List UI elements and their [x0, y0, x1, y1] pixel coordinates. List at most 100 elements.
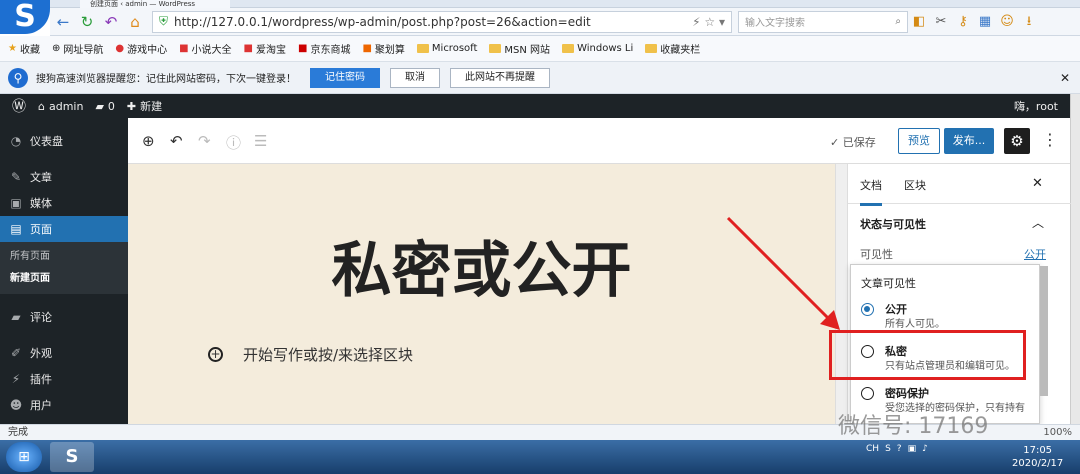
- comment-icon[interactable]: ▰: [95, 100, 103, 113]
- visibility-toggle-link[interactable]: 公开: [1024, 246, 1046, 262]
- status-text: 完成: [8, 427, 28, 438]
- page-scrollbar[interactable]: [1070, 94, 1080, 424]
- remember-password-button[interactable]: 记住密码: [310, 67, 380, 88]
- sidebar-item-appearance[interactable]: ✐ 外观: [0, 340, 128, 366]
- undo-icon[interactable]: ↶: [170, 132, 183, 150]
- network-icon[interactable]: ▣: [908, 444, 917, 454]
- never-remind-button[interactable]: 此网站不再提醒: [450, 67, 550, 88]
- popover-scrollbar[interactable]: [1040, 266, 1048, 396]
- bookmark-jd[interactable]: ■ 京东商城: [298, 41, 350, 56]
- user-greeting[interactable]: 嗨，root: [1014, 98, 1058, 114]
- volume-icon[interactable]: ♪: [922, 444, 928, 454]
- cancel-button[interactable]: 取消: [390, 67, 440, 88]
- sidebar-item-all-pages[interactable]: 所有页面: [0, 246, 128, 268]
- radio-password[interactable]: [861, 387, 874, 400]
- publish-button[interactable]: 发布...: [944, 128, 994, 154]
- browser-tab[interactable]: 创建页面 ‹ admin — WordPress: [80, 0, 230, 8]
- bookmark-taobao[interactable]: ■ 爱淘宝: [244, 41, 286, 56]
- settings-gear-icon[interactable]: ⚙: [1004, 128, 1030, 154]
- add-block-icon[interactable]: ⊕: [142, 132, 155, 150]
- search-placeholder: 输入文字搜索: [745, 18, 805, 29]
- search-icon[interactable]: ⌕: [895, 16, 901, 27]
- bookmark-windows-live[interactable]: Windows Li: [562, 43, 633, 54]
- back-icon[interactable]: ←: [52, 11, 74, 33]
- ime-icon[interactable]: S: [885, 444, 891, 454]
- download-icon[interactable]: ⭳: [1018, 11, 1040, 33]
- block-placeholder-text: 开始写作或按/来选择区块: [243, 346, 414, 364]
- site-name[interactable]: admin: [49, 100, 83, 113]
- preview-button[interactable]: 预览: [898, 128, 940, 154]
- wp-sidebar: ◔ 仪表盘 ✎ 文章 ▣ 媒体 ▤ 页面 所有页面 新建页面 ▰ 评论 ✐ 外观 ⚡ 插件 ☻…: [0, 118, 128, 424]
- bookmarks-bar: ★ 收藏 ⊕ 网址导航 ● 游戏中心 ■ 小说大全 ■ 爱淘宝 ■ 京东商城 ■ 聚划算 Mi…: [0, 36, 1080, 62]
- bookmark-favorites-bar[interactable]: 收藏夹栏: [645, 41, 700, 56]
- search-input[interactable]: 输入文字搜索 ⌕: [738, 10, 908, 33]
- tab-block[interactable]: 区块: [904, 177, 926, 193]
- status-visibility-heading[interactable]: 状态与可见性: [860, 216, 926, 232]
- user-icon: ☻: [9, 398, 23, 412]
- add-block-icon[interactable]: +: [208, 347, 223, 362]
- help-icon[interactable]: ?: [897, 444, 902, 454]
- plugin-icon: ⚡: [11, 372, 21, 386]
- zoom-level[interactable]: 100%: [1043, 425, 1072, 440]
- windows-taskbar: ⊞ S CH S ? ▣ ♪ 17:05 2020/2/17: [0, 440, 1080, 474]
- home-icon[interactable]: ⌂: [38, 100, 45, 113]
- address-bar[interactable]: ⛨ http://127.0.0.1/wordpress/wp-admin/po…: [152, 10, 732, 33]
- bookmark-juhuasuan[interactable]: ■ 聚划算: [362, 41, 404, 56]
- chevron-up-icon[interactable]: ︿: [1032, 214, 1044, 231]
- annotation-highlight-box: [829, 330, 1026, 380]
- radio-public[interactable]: [861, 303, 874, 316]
- more-options-icon[interactable]: ⋮: [1042, 130, 1058, 149]
- dashboard-icon: ◔: [10, 134, 22, 148]
- password-prompt-bar: ⚲ 搜狗高速浏览器提醒您：记住此网站密码，下次一键登录！ 记住密码 取消 此网站…: [0, 62, 1080, 94]
- settings-panel: 文档 区块 ✕ 状态与可见性 ︿ 可见性 公开 文章可见性 公开 所有人可见。 …: [847, 164, 1071, 424]
- wordpress-logo-icon[interactable]: Ⓦ: [12, 96, 26, 116]
- bookmark-msn[interactable]: MSN 网站: [489, 41, 550, 56]
- bookmark-games[interactable]: ● 游戏中心: [115, 41, 167, 56]
- redo-icon[interactable]: ↷: [198, 132, 211, 150]
- bookmark-microsoft[interactable]: Microsoft: [416, 43, 477, 54]
- start-button[interactable]: ⊞: [6, 442, 42, 472]
- tab-document[interactable]: 文档: [860, 177, 882, 206]
- smile-icon[interactable]: ☺: [996, 11, 1018, 33]
- wp-admin-bar: Ⓦ ⌂ admin ▰ 0 ✚ 新建 嗨，root: [0, 94, 1070, 118]
- pin-icon: ✎: [10, 170, 22, 184]
- extension-icon[interactable]: ◧: [908, 11, 930, 33]
- bookmark-nav[interactable]: ⊕ 网址导航: [52, 41, 103, 56]
- sidebar-item-plugins[interactable]: ⚡ 插件: [0, 366, 128, 392]
- new-menu[interactable]: 新建: [140, 98, 162, 114]
- comment-count[interactable]: 0: [108, 100, 115, 113]
- star-icon[interactable]: ⚡ ☆ ▾: [692, 15, 725, 29]
- sidebar-item-new-page[interactable]: 新建页面: [0, 268, 128, 290]
- undo-icon[interactable]: ↶: [100, 11, 122, 33]
- info-icon[interactable]: ⓘ: [226, 132, 241, 153]
- system-tray: CH S ? ▣ ♪: [866, 444, 934, 454]
- refresh-icon[interactable]: ↻: [76, 11, 98, 33]
- home-icon[interactable]: ⌂: [124, 11, 146, 33]
- key-icon[interactable]: ⚷: [952, 11, 974, 33]
- list-view-icon[interactable]: ☰: [254, 132, 267, 150]
- page-icon: ▤: [10, 222, 22, 236]
- visibility-label: 可见性: [860, 248, 893, 261]
- bookmark-novels[interactable]: ■ 小说大全: [179, 41, 231, 56]
- sidebar-item-users[interactable]: ☻ 用户: [0, 392, 128, 418]
- sidebar-item-dashboard[interactable]: ◔ 仪表盘: [0, 128, 128, 154]
- bookmark-favorites[interactable]: ★ 收藏: [8, 41, 40, 56]
- editor-toolbar: ⊕ ↶ ↷ ⓘ ☰ ✓ 已保存 预览 发布... ⚙ ⋮: [128, 118, 1070, 164]
- sidebar-item-pages[interactable]: ▤ 页面: [0, 216, 128, 242]
- close-icon[interactable]: ✕: [1032, 176, 1043, 191]
- comment-icon: ▰: [11, 310, 21, 324]
- sidebar-item-media[interactable]: ▣ 媒体: [0, 190, 128, 216]
- taskbar-clock[interactable]: 17:05 2020/2/17: [1012, 444, 1063, 470]
- key-icon: ⚲: [8, 67, 28, 88]
- taskbar-browser-app[interactable]: S: [50, 442, 94, 472]
- language-indicator[interactable]: CH: [866, 444, 879, 454]
- url-text[interactable]: http://127.0.0.1/wordpress/wp-admin/post…: [174, 15, 591, 29]
- grid-icon[interactable]: ▦: [974, 11, 996, 33]
- sidebar-item-comments[interactable]: ▰ 评论: [0, 304, 128, 330]
- cut-icon[interactable]: ✂: [930, 11, 952, 33]
- password-prompt-text: 搜狗高速浏览器提醒您：记住此网站密码，下次一键登录！: [36, 74, 296, 85]
- close-icon[interactable]: ✕: [1060, 71, 1070, 85]
- block-placeholder[interactable]: + 开始写作或按/来选择区块: [208, 344, 413, 365]
- sidebar-item-posts[interactable]: ✎ 文章: [0, 164, 128, 190]
- plus-icon[interactable]: ✚: [127, 100, 136, 113]
